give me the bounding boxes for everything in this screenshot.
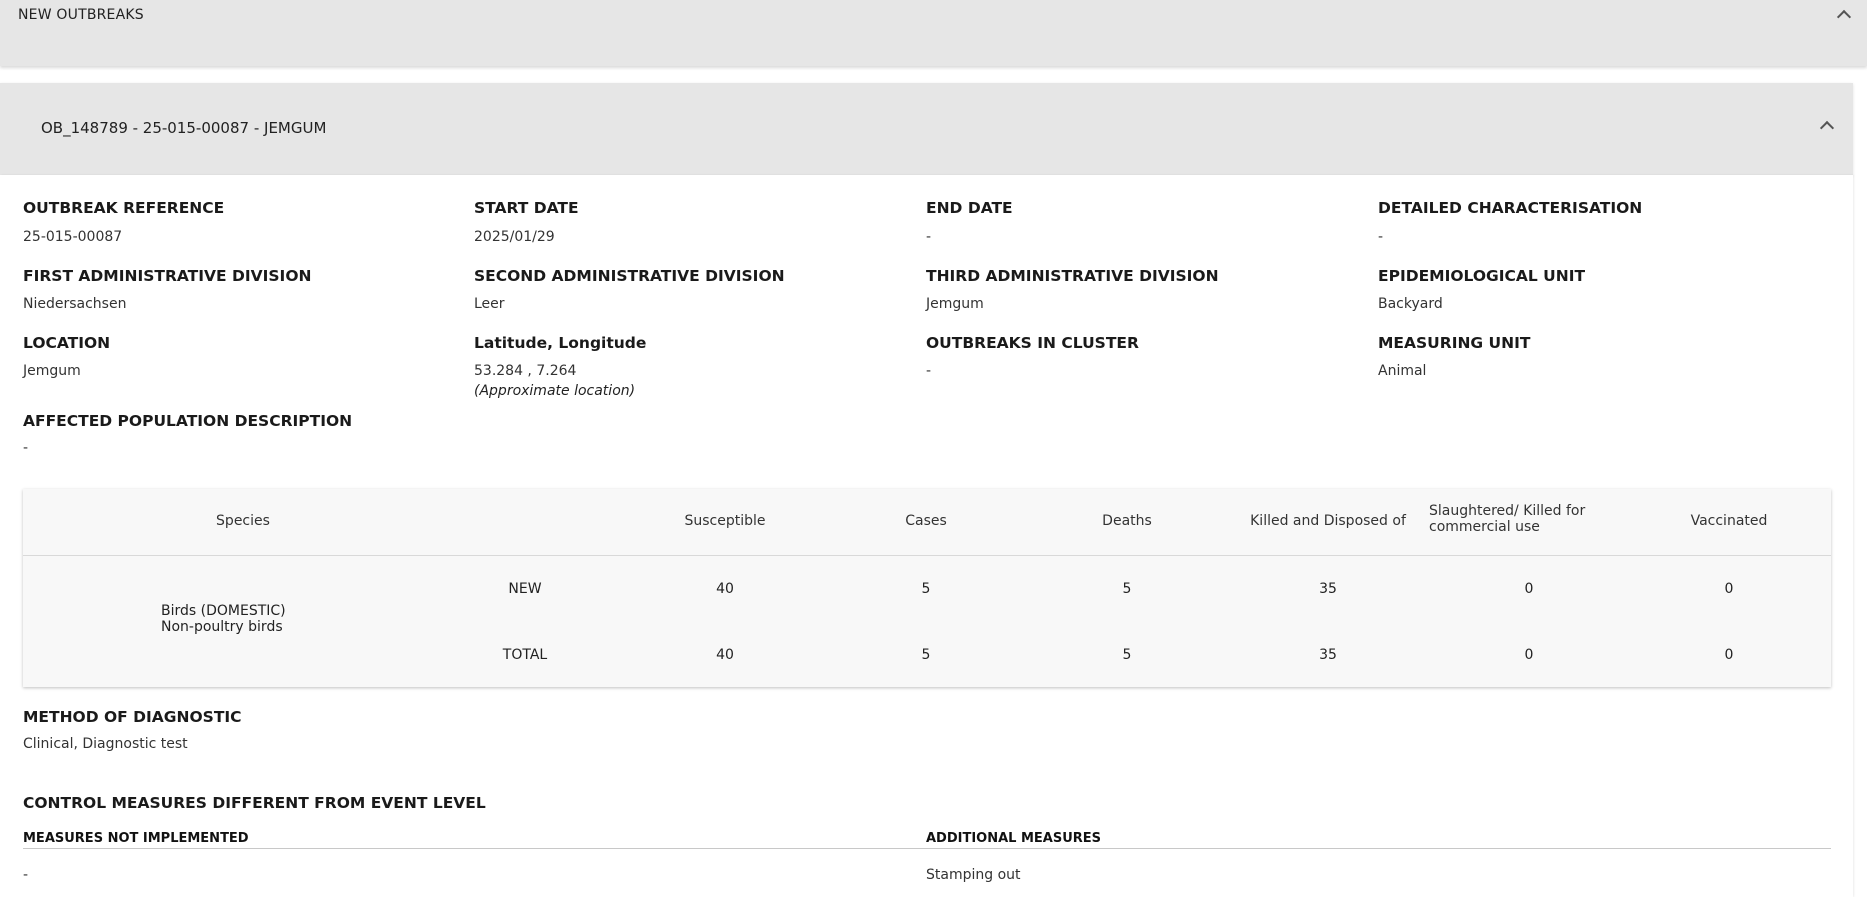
row-new-type: NEW — [508, 581, 542, 597]
header-deaths: Deaths — [1102, 513, 1152, 529]
additional-measures-label: ADDITIONAL MEASURES — [926, 831, 1102, 846]
outbreaks-in-cluster-value: - — [926, 363, 932, 379]
epidemiological-unit-label: EPIDEMIOLOGICAL UNIT — [1378, 267, 1586, 285]
affected-population-value: - — [23, 440, 29, 456]
header-killed: Killed and Disposed of — [1250, 513, 1406, 529]
latlong-label: Latitude, Longitude — [474, 334, 647, 352]
end-date-value: - — [926, 229, 932, 245]
header-slaughtered-line1: Slaughtered/ Killed for — [1429, 503, 1586, 519]
location-value: Jemgum — [23, 363, 81, 379]
row-new-vaccinated: 0 — [1724, 581, 1734, 597]
row-total-susceptible: 40 — [716, 647, 734, 663]
start-date-label: START DATE — [474, 199, 579, 217]
measuring-unit-label: MEASURING UNIT — [1378, 334, 1531, 352]
species-name: Birds (DOMESTIC) — [161, 603, 286, 619]
outbreak-reference-value: 25-015-00087 — [23, 229, 123, 245]
first-admin-division-value: Niedersachsen — [23, 296, 127, 312]
row-total-slaughtered: 0 — [1524, 647, 1534, 663]
diagnostic-label: METHOD OF DIAGNOSTIC — [23, 708, 242, 726]
header-susceptible: Susceptible — [684, 513, 766, 529]
latlong-value: 53.284 , 7.264 — [474, 363, 577, 379]
header-slaughtered: Slaughtered/ Killed for commercial use — [1429, 503, 1629, 535]
detailed-characterisation-label: DETAILED CHARACTERISATION — [1378, 199, 1643, 217]
population-table: Species Susceptible Cases Deaths Killed … — [23, 489, 1831, 687]
control-measures-title: CONTROL MEASURES DIFFERENT FROM EVENT LE… — [23, 794, 486, 812]
species-cell: Birds (DOMESTIC) Non-poultry birds — [161, 603, 286, 635]
diagnostic-value: Clinical, Diagnostic test — [23, 736, 188, 752]
row-new-susceptible: 40 — [716, 581, 734, 597]
location-label: LOCATION — [23, 334, 111, 352]
third-admin-division-value: Jemgum — [926, 296, 984, 312]
species-subtype: Non-poultry birds — [161, 619, 283, 635]
outbreak-panel-title: OB_148789 - 25-015-00087 - JEMGUM — [41, 119, 327, 137]
second-admin-division-value: Leer — [474, 296, 505, 312]
row-new-deaths: 5 — [1122, 581, 1132, 597]
row-new-slaughtered: 0 — [1524, 581, 1534, 597]
header-slaughtered-line2: commercial use — [1429, 519, 1540, 535]
second-admin-division-label: SECOND ADMINISTRATIVE DIVISION — [474, 267, 785, 285]
chevron-up-icon[interactable] — [1836, 9, 1852, 25]
row-total-deaths: 5 — [1122, 647, 1132, 663]
measures-not-implemented-label: MEASURES NOT IMPLEMENTED — [23, 831, 249, 846]
outbreak-panel-header[interactable]: OB_148789 - 25-015-00087 - JEMGUM — [0, 83, 1853, 175]
header-vaccinated: Vaccinated — [1690, 513, 1768, 529]
measuring-unit-value: Animal — [1378, 363, 1427, 379]
row-total-cases: 5 — [921, 647, 931, 663]
measures-not-implemented-value: - — [23, 867, 29, 883]
epidemiological-unit-value: Backyard — [1378, 296, 1443, 312]
approximate-location-note: (Approximate location) — [474, 383, 636, 399]
start-date-value: 2025/01/29 — [474, 229, 555, 245]
outbreaks-in-cluster-label: OUTBREAKS IN CLUSTER — [926, 334, 1139, 352]
row-new-killed: 35 — [1319, 581, 1337, 597]
row-total-type: TOTAL — [502, 647, 548, 663]
header-cases: Cases — [905, 513, 947, 529]
end-date-label: END DATE — [926, 199, 1013, 217]
affected-population-label: AFFECTED POPULATION DESCRIPTION — [23, 412, 353, 430]
third-admin-division-label: THIRD ADMINISTRATIVE DIVISION — [926, 267, 1219, 285]
header-species: Species — [216, 513, 270, 529]
new-outbreaks-header[interactable]: NEW OUTBREAKS — [0, 0, 1867, 66]
control-measures-divider — [23, 848, 1831, 849]
row-total-killed: 35 — [1319, 647, 1337, 663]
row-total-vaccinated: 0 — [1724, 647, 1734, 663]
row-new-cases: 5 — [921, 581, 931, 597]
detailed-characterisation-value: - — [1378, 229, 1384, 245]
first-admin-division-label: FIRST ADMINISTRATIVE DIVISION — [23, 267, 312, 285]
new-outbreaks-title: NEW OUTBREAKS — [18, 7, 144, 23]
outbreak-reference-label: OUTBREAK REFERENCE — [23, 199, 225, 217]
additional-measures-value: Stamping out — [926, 867, 1021, 883]
